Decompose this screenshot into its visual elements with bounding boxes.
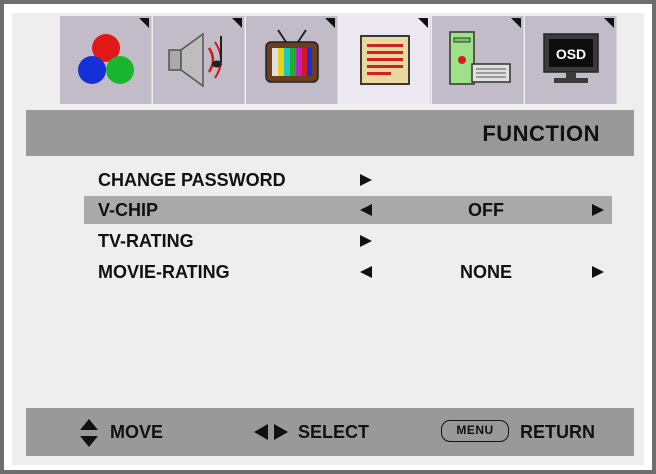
color-balls-icon bbox=[77, 34, 134, 84]
arrow-right-icon[interactable] bbox=[360, 235, 372, 247]
tab-pc[interactable] bbox=[432, 16, 524, 104]
tab-corner-marker bbox=[325, 18, 335, 28]
menu-item-label: TV-RATING bbox=[98, 231, 194, 251]
menu-item-value: OFF bbox=[468, 200, 504, 220]
return-hint: RETURN bbox=[520, 422, 595, 442]
speaker-icon bbox=[167, 32, 222, 88]
tab-sound[interactable] bbox=[153, 16, 245, 104]
arrow-left-icon[interactable] bbox=[360, 204, 372, 216]
tab-picture[interactable] bbox=[60, 16, 152, 104]
menu-item-v-chip[interactable]: V-CHIP OFF bbox=[84, 196, 612, 224]
menu-key-icon: MENU bbox=[441, 420, 509, 442]
menu-item-value: NONE bbox=[459, 262, 512, 282]
tab-corner-marker bbox=[604, 18, 614, 28]
arrow-right-icon[interactable] bbox=[592, 204, 604, 216]
tab-osd[interactable]: OSD bbox=[525, 16, 617, 104]
menu-item-movie-rating[interactable]: MOVIE-RATING NONE bbox=[84, 258, 612, 286]
menu-item-label: V-CHIP bbox=[98, 200, 159, 220]
tv-icon bbox=[264, 29, 319, 83]
up-down-arrow-icon bbox=[80, 419, 98, 447]
arrow-right-icon[interactable] bbox=[592, 266, 604, 278]
arrow-right-icon[interactable] bbox=[360, 174, 372, 186]
tab-corner-marker bbox=[511, 18, 521, 28]
computer-icon bbox=[448, 31, 511, 85]
document-icon bbox=[359, 35, 410, 85]
title-bar: FUNCTION bbox=[26, 110, 634, 156]
tab-tv[interactable] bbox=[246, 16, 338, 104]
tab-corner-marker bbox=[418, 18, 428, 28]
hint-bar: MOVE SELECT MENU RETURN bbox=[26, 408, 634, 456]
tab-corner-marker bbox=[139, 18, 149, 28]
tab-corner-marker bbox=[232, 18, 242, 28]
menu-item-label: MOVIE-RATING bbox=[98, 262, 230, 282]
arrow-left-icon[interactable] bbox=[360, 266, 372, 278]
menu-item-tv-rating[interactable]: TV-RATING bbox=[84, 227, 612, 255]
page-title: FUNCTION bbox=[482, 121, 600, 146]
osd-icon-text: OSD bbox=[555, 46, 585, 62]
menu-item-change-password[interactable]: CHANGE PASSWORD bbox=[84, 166, 612, 194]
select-hint: SELECT bbox=[298, 422, 370, 442]
menu-item-label: CHANGE PASSWORD bbox=[98, 170, 286, 190]
osd-monitor-icon: OSD bbox=[542, 33, 599, 83]
tab-function[interactable] bbox=[339, 16, 431, 104]
left-right-arrow-icon bbox=[254, 424, 288, 440]
move-hint: MOVE bbox=[110, 422, 164, 442]
